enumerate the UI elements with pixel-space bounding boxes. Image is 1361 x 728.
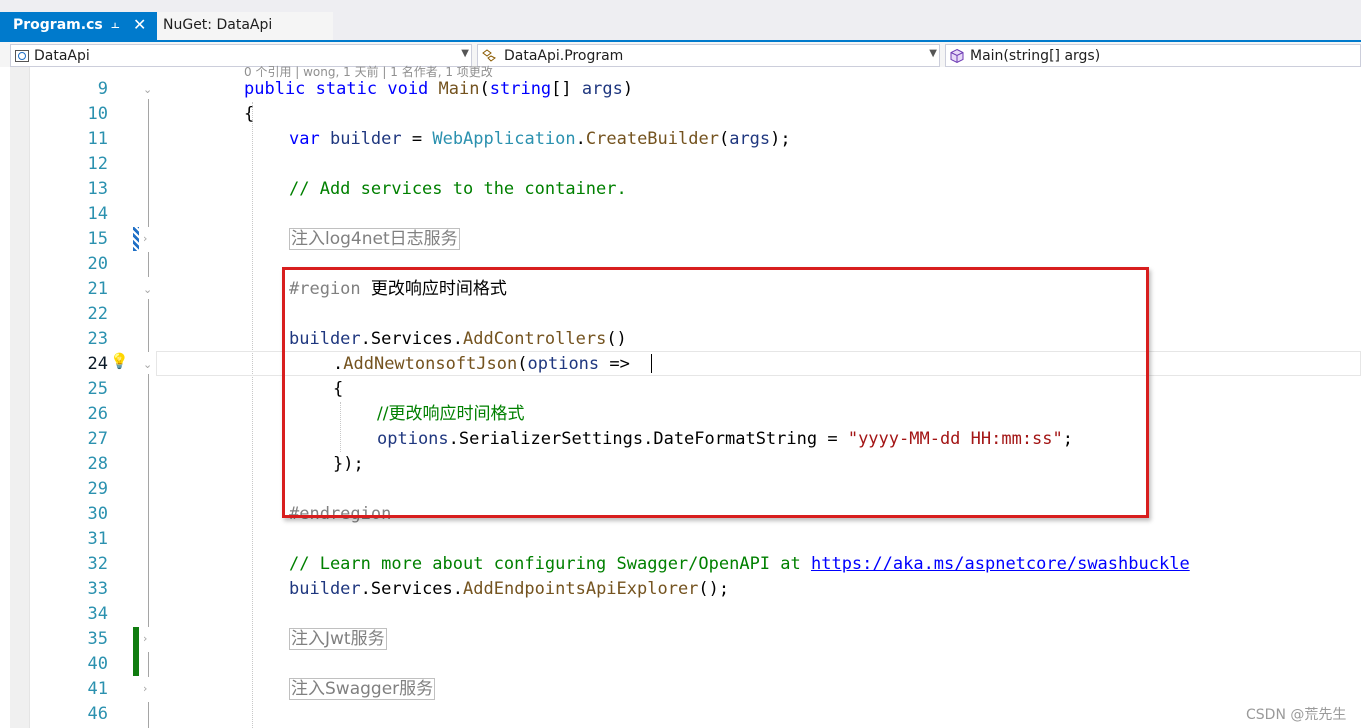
code-line: public static void Main(string[] args): [244, 79, 634, 99]
code-comment: // Add services to the container.: [289, 179, 627, 199]
line-number: 28: [87, 454, 108, 474]
lightbulb-icon[interactable]: 💡: [110, 352, 129, 370]
outline-line: [148, 99, 149, 227]
annotation-highlight-box: [282, 267, 1149, 518]
code-line: var builder = WebApplication.CreateBuild…: [289, 129, 791, 149]
code-editor[interactable]: 9 10 11 12 13 14 15 20 21 22 23 24 25 26…: [0, 65, 1361, 728]
change-marker-unsaved: [133, 227, 139, 251]
line-number: 10: [87, 104, 108, 124]
line-number: 23: [87, 329, 108, 349]
line-number: 26: [87, 404, 108, 424]
line-number: 9: [97, 79, 108, 99]
document-tab-strip: Program.cs ⫠ ✕ NuGet: DataApi: [0, 0, 1361, 40]
outline-line: [148, 252, 149, 277]
code-line: {: [244, 104, 255, 124]
code-line: 注入Jwt服务: [289, 627, 387, 652]
outline-line: [148, 702, 149, 728]
line-number: 12: [87, 154, 108, 174]
line-number: 31: [87, 529, 108, 549]
line-number: 21: [87, 279, 108, 299]
expand-chevron-icon[interactable]: ›: [143, 232, 147, 245]
code-line: 注入log4net日志服务: [289, 227, 460, 252]
collapsed-region-swagger[interactable]: 注入Swagger服务: [289, 678, 436, 700]
indent-guide: [252, 102, 253, 728]
line-number-current: 24: [87, 354, 108, 374]
collapsed-region-log4net[interactable]: 注入log4net日志服务: [289, 228, 460, 250]
watermark: CSDN @荒先生: [1246, 707, 1347, 723]
chevron-down-icon: ▼: [461, 48, 469, 59]
line-number: 41: [87, 679, 108, 699]
expand-chevron-icon[interactable]: ›: [143, 682, 147, 695]
tab-label: Program.cs: [13, 17, 103, 33]
editor-margin: [10, 67, 30, 728]
change-marker-saved: [133, 627, 139, 676]
class-icon: [482, 49, 496, 62]
line-number: 13: [87, 179, 108, 199]
tab-nuget-dataapi[interactable]: NuGet: DataApi: [157, 12, 333, 40]
line-number: 34: [87, 604, 108, 624]
line-number: 20: [87, 254, 108, 274]
member-dropdown[interactable]: Main(string[] args): [945, 44, 1361, 67]
member-name: Main(string[] args): [970, 48, 1101, 64]
collapse-chevron-icon[interactable]: ⌄: [143, 283, 152, 296]
pin-icon[interactable]: ⫠: [111, 16, 119, 32]
close-icon[interactable]: ✕: [133, 15, 146, 34]
expand-chevron-icon[interactable]: ›: [143, 632, 147, 645]
line-number: 14: [87, 204, 108, 224]
tab-program-cs[interactable]: Program.cs ⫠ ✕: [0, 12, 157, 40]
outline-line: [148, 374, 149, 627]
swashbuckle-link[interactable]: https://aka.ms/aspnetcore/swashbuckle: [811, 554, 1190, 574]
line-number: 30: [87, 504, 108, 524]
code-line: 注入Swagger服务: [289, 677, 436, 702]
collapse-chevron-icon[interactable]: ⌄: [143, 358, 152, 371]
line-number: 33: [87, 579, 108, 599]
outline-line: [148, 652, 149, 677]
type-name: DataApi.Program: [504, 48, 624, 64]
line-number: 29: [87, 479, 108, 499]
navigation-bar: DataApi ▼ DataApi.Program ▼ Main(string[…: [0, 40, 1361, 67]
code-comment: // Learn more about configuring Swagger/…: [289, 554, 1190, 574]
tab-label: NuGet: DataApi: [163, 17, 273, 33]
line-number: 25: [87, 379, 108, 399]
outline-line: [148, 299, 149, 352]
project-name: DataApi: [34, 48, 90, 64]
line-number: 15: [87, 229, 108, 249]
line-number: 22: [87, 304, 108, 324]
line-number: 46: [87, 704, 108, 724]
collapsed-region-jwt[interactable]: 注入Jwt服务: [289, 628, 387, 650]
line-number: 11: [87, 129, 108, 149]
chevron-down-icon: ▼: [929, 48, 937, 59]
line-number: 32: [87, 554, 108, 574]
method-icon: [950, 48, 964, 64]
line-number: 35: [87, 629, 108, 649]
line-number: 27: [87, 429, 108, 449]
csharp-project-icon: [15, 50, 29, 62]
collapse-chevron-icon[interactable]: ⌄: [143, 83, 152, 96]
type-dropdown[interactable]: DataApi.Program ▼: [477, 44, 940, 67]
code-line: builder.Services.AddEndpointsApiExplorer…: [289, 579, 730, 599]
line-number: 40: [87, 654, 108, 674]
